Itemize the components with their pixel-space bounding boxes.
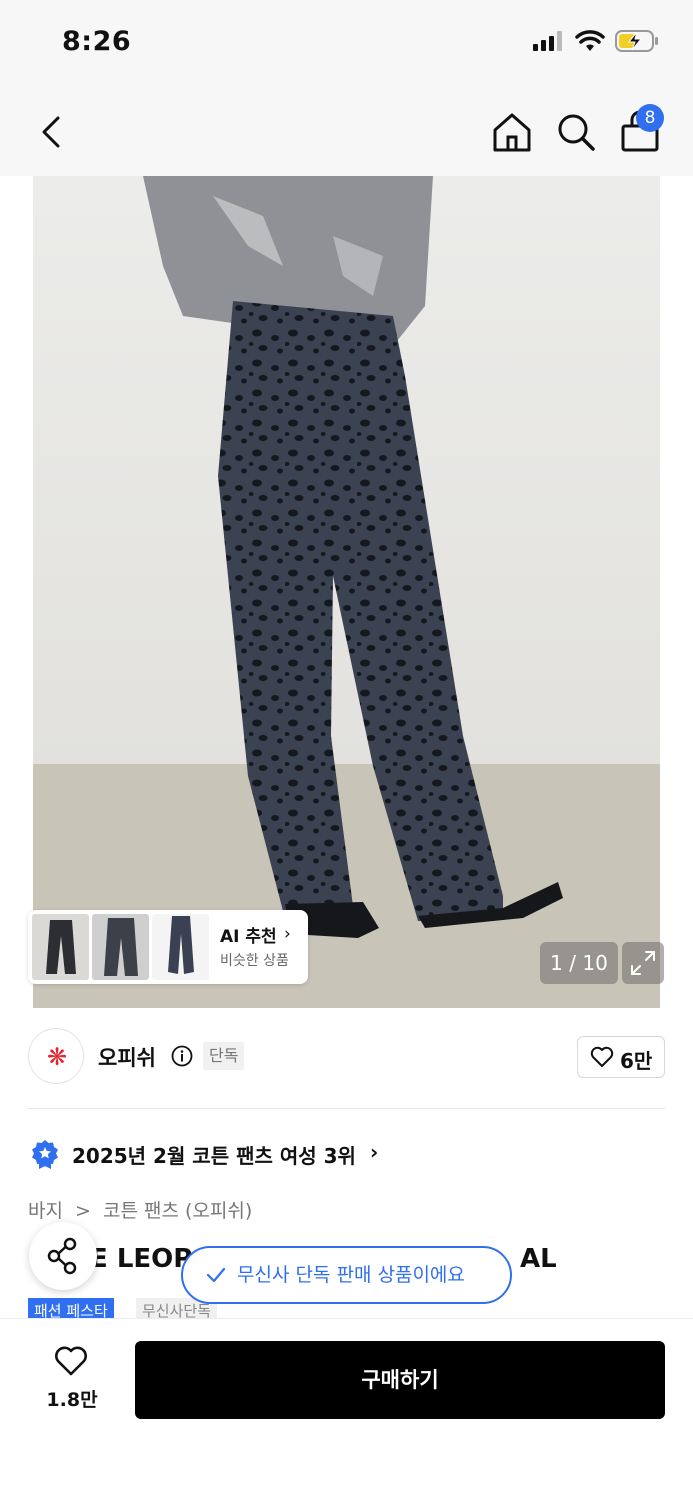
- expand-icon: [631, 951, 655, 975]
- product-title-end: AL: [520, 1244, 557, 1274]
- ai-recommend-title: AI 추천: [220, 927, 277, 947]
- heart-icon: [55, 1346, 87, 1376]
- breadcrumb: 바지 > 코튼 팬츠 (오피쉬): [28, 1196, 258, 1223]
- navigation-bar: [0, 88, 693, 176]
- buy-button[interactable]: 구매하기: [135, 1341, 665, 1419]
- ranking-badge-icon: [32, 1140, 58, 1169]
- expand-button[interactable]: [622, 942, 664, 984]
- breadcrumb-category[interactable]: 바지: [28, 1200, 63, 1222]
- brand-logo-glyph: ❋: [47, 1043, 67, 1071]
- breadcrumb-separator: >: [75, 1200, 91, 1222]
- ranking-link[interactable]: 2025년 2월 코튼 팬츠 여성 3위 ›: [30, 1136, 630, 1172]
- status-time: 8:26: [62, 26, 132, 57]
- brand-like-count: 6만: [620, 1049, 653, 1073]
- exclusive-toast: 무신사 단독 판매 상품이에요: [181, 1246, 512, 1304]
- check-icon: [206, 1267, 226, 1283]
- brand-logo[interactable]: ❋: [28, 1028, 84, 1084]
- signal-icon: [533, 31, 562, 51]
- chevron-right-icon: ›: [284, 924, 291, 944]
- thumbnail-2[interactable]: [92, 914, 149, 980]
- back-icon[interactable]: [34, 110, 74, 154]
- exclusive-tag: 단독: [203, 1042, 245, 1070]
- info-icon[interactable]: [171, 1045, 193, 1067]
- wishlist-button[interactable]: 1.8만: [40, 1345, 104, 1415]
- home-icon[interactable]: [490, 110, 534, 154]
- product-image[interactable]: [33, 176, 660, 1008]
- cart-count-badge: 8: [636, 104, 664, 132]
- breadcrumb-subcategory[interactable]: 코튼 팬츠 (오피쉬): [103, 1200, 252, 1222]
- brand-name[interactable]: 오피쉬: [98, 1042, 156, 1072]
- status-icons: [533, 30, 659, 52]
- bottom-purchase-bar: 1.8만 구매하기: [0, 1318, 693, 1500]
- product-photo: [33, 176, 660, 1008]
- thumbnail-1[interactable]: [32, 914, 89, 980]
- product-title-start: E LEOP: [90, 1244, 193, 1274]
- divider: [28, 1108, 665, 1109]
- ai-recommendation-strip[interactable]: AI 추천 › 비슷한 상품: [28, 910, 308, 984]
- wishlist-count: 1.8만: [46, 1389, 98, 1411]
- search-icon[interactable]: [554, 110, 598, 154]
- wifi-icon: [575, 30, 605, 51]
- toast-text: 무신사 단독 판매 상품이에요: [237, 1264, 465, 1286]
- heart-icon: [590, 1046, 614, 1067]
- brand-row: ❋ 오피쉬 단독 6만: [28, 1028, 665, 1088]
- thumbnail-3[interactable]: [152, 914, 209, 980]
- ai-recommend-subtitle: 비슷한 상품: [220, 953, 289, 969]
- brand-like-button[interactable]: 6만: [577, 1036, 665, 1078]
- chevron-right-icon: ›: [370, 1140, 379, 1164]
- share-button[interactable]: [29, 1222, 97, 1290]
- ranking-text: 2025년 2월 코튼 팬츠 여성 3위: [72, 1144, 356, 1168]
- battery-charging-icon: [615, 30, 658, 52]
- share-icon: [47, 1237, 77, 1275]
- status-bar: 8:26: [0, 0, 693, 88]
- image-counter: 1 / 10: [540, 942, 618, 984]
